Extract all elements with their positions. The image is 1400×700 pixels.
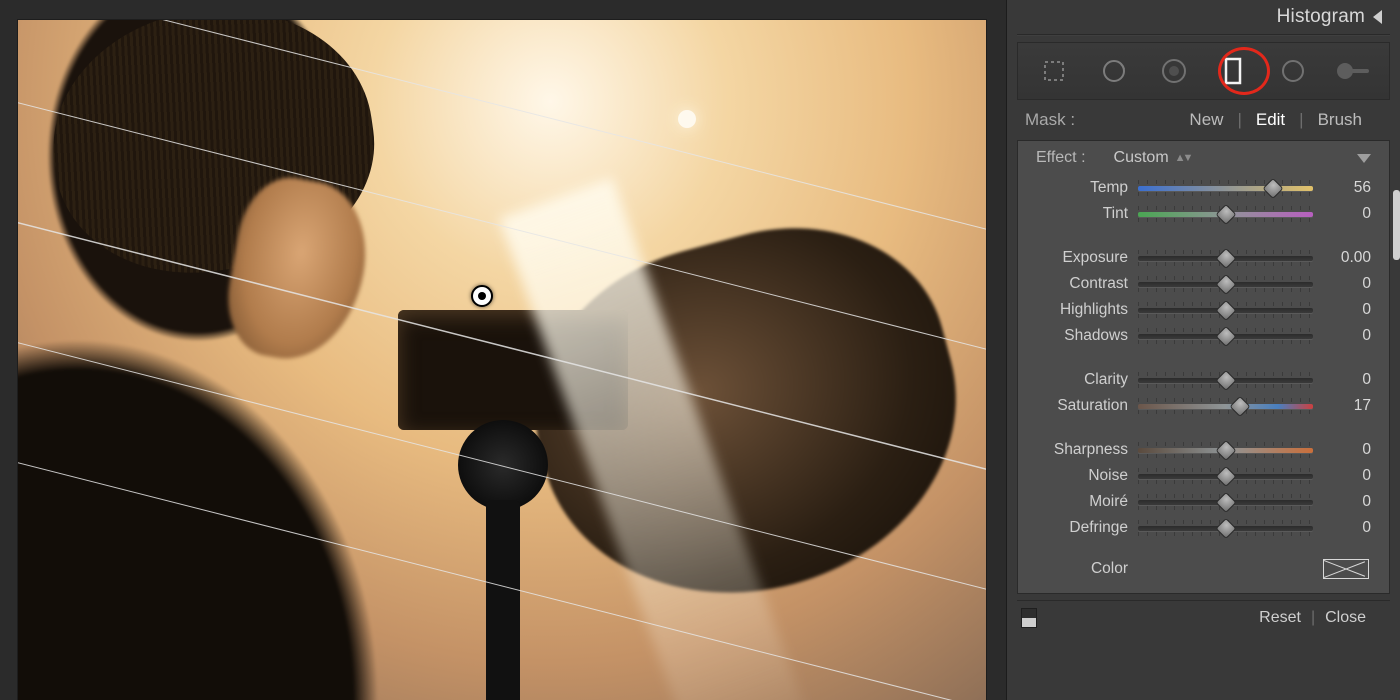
- slider-label-saturation: Saturation: [1036, 397, 1128, 415]
- spot-removal-tool[interactable]: [1094, 51, 1134, 91]
- mask-new[interactable]: New: [1175, 110, 1237, 130]
- slider-track-saturation[interactable]: [1138, 397, 1313, 415]
- slider-exposure: Exposure 0.00: [1036, 245, 1371, 271]
- slider-value-tint: 0: [1323, 205, 1371, 223]
- slider-value-defringe: 0: [1323, 519, 1371, 537]
- photo-preview[interactable]: [18, 20, 986, 700]
- slider-track-contrast[interactable]: [1138, 275, 1313, 293]
- slider-value-highlights: 0: [1323, 301, 1371, 319]
- effect-label: Effect :: [1036, 149, 1086, 167]
- slider-sharpness: Sharpness 0: [1036, 437, 1371, 463]
- slider-value-sharpness: 0: [1323, 441, 1371, 459]
- slider-label-temp: Temp: [1036, 179, 1128, 197]
- slider-value-saturation: 17: [1323, 397, 1371, 415]
- color-row: Color: [1036, 559, 1371, 579]
- slider-track-sharpness[interactable]: [1138, 441, 1313, 459]
- slider-track-defringe[interactable]: [1138, 519, 1313, 537]
- color-swatch[interactable]: [1323, 559, 1369, 579]
- slider-label-shadows: Shadows: [1036, 327, 1128, 345]
- slider-value-noise: 0: [1323, 467, 1371, 485]
- slider-moire: Moiré 0: [1036, 489, 1371, 515]
- stepper-icon[interactable]: ▲▼: [1175, 152, 1191, 164]
- mask-brush[interactable]: Brush: [1304, 110, 1376, 130]
- slider-value-contrast: 0: [1323, 275, 1371, 293]
- slider-value-shadows: 0: [1323, 327, 1371, 345]
- slider-track-clarity[interactable]: [1138, 371, 1313, 389]
- slider-track-shadows[interactable]: [1138, 327, 1313, 345]
- slider-label-noise: Noise: [1036, 467, 1128, 485]
- slider-defringe: Defringe 0: [1036, 515, 1371, 541]
- slider-noise: Noise 0: [1036, 463, 1371, 489]
- slider-label-highlights: Highlights: [1036, 301, 1128, 319]
- slider-track-temp[interactable]: [1138, 179, 1313, 197]
- mask-edit[interactable]: Edit: [1242, 110, 1299, 130]
- slider-value-temp: 56: [1323, 179, 1371, 197]
- histogram-header[interactable]: Histogram: [1007, 0, 1400, 34]
- slider-temp: Temp 56: [1036, 175, 1371, 201]
- collapse-left-icon[interactable]: [1373, 10, 1382, 24]
- slider-contrast: Contrast 0: [1036, 271, 1371, 297]
- mask-mode-row: Mask : New | Edit | Brush: [1007, 106, 1400, 140]
- image-canvas[interactable]: [0, 0, 1006, 700]
- slider-shadows: Shadows 0: [1036, 323, 1371, 349]
- divider: [1017, 34, 1390, 36]
- tool-strip: [1017, 42, 1390, 100]
- histogram-title: Histogram: [1277, 6, 1365, 28]
- radial-filter-tool[interactable]: [1273, 51, 1313, 91]
- slider-label-tint: Tint: [1036, 205, 1128, 223]
- redeye-tool[interactable]: [1154, 51, 1194, 91]
- slider-value-moire: 0: [1323, 493, 1371, 511]
- slider-track-tint[interactable]: [1138, 205, 1313, 223]
- close-button[interactable]: Close: [1315, 609, 1376, 627]
- slider-label-exposure: Exposure: [1036, 249, 1128, 267]
- disclosure-icon[interactable]: [1357, 154, 1371, 163]
- slider-label-sharpness: Sharpness: [1036, 441, 1128, 459]
- slider-track-exposure[interactable]: [1138, 249, 1313, 267]
- mask-label: Mask :: [1025, 110, 1075, 130]
- slider-track-moire[interactable]: [1138, 493, 1313, 511]
- slider-label-contrast: Contrast: [1036, 275, 1128, 293]
- slider-saturation: Saturation 17: [1036, 393, 1371, 419]
- effect-preset[interactable]: Custom: [1114, 149, 1169, 167]
- effect-header: Effect : Custom ▲▼: [1036, 149, 1371, 167]
- slider-track-highlights[interactable]: [1138, 301, 1313, 319]
- panel-footer: Reset | Close: [1017, 600, 1390, 634]
- slider-label-defringe: Defringe: [1036, 519, 1128, 537]
- color-label: Color: [1036, 560, 1128, 578]
- slider-value-exposure: 0.00: [1323, 249, 1371, 267]
- before-after-toggle[interactable]: [1021, 608, 1037, 628]
- slider-label-clarity: Clarity: [1036, 371, 1128, 389]
- adjustment-brush-tool[interactable]: [1333, 51, 1373, 91]
- slider-label-moire: Moiré: [1036, 493, 1128, 511]
- effect-panel: Effect : Custom ▲▼ Temp 56 Tint 0 Exposure 0.…: [1017, 140, 1390, 594]
- graduated-filter-tool[interactable]: [1213, 51, 1253, 91]
- reset-button[interactable]: Reset: [1249, 609, 1311, 627]
- slider-value-clarity: 0: [1323, 371, 1371, 389]
- develop-panel: Histogram Mask : New | Edit | Brush: [1006, 0, 1400, 700]
- filter-pin[interactable]: [471, 285, 493, 307]
- crop-tool[interactable]: [1034, 51, 1074, 91]
- slider-highlights: Highlights 0: [1036, 297, 1371, 323]
- slider-tint: Tint 0: [1036, 201, 1371, 227]
- slider-track-noise[interactable]: [1138, 467, 1313, 485]
- slider-clarity: Clarity 0: [1036, 367, 1371, 393]
